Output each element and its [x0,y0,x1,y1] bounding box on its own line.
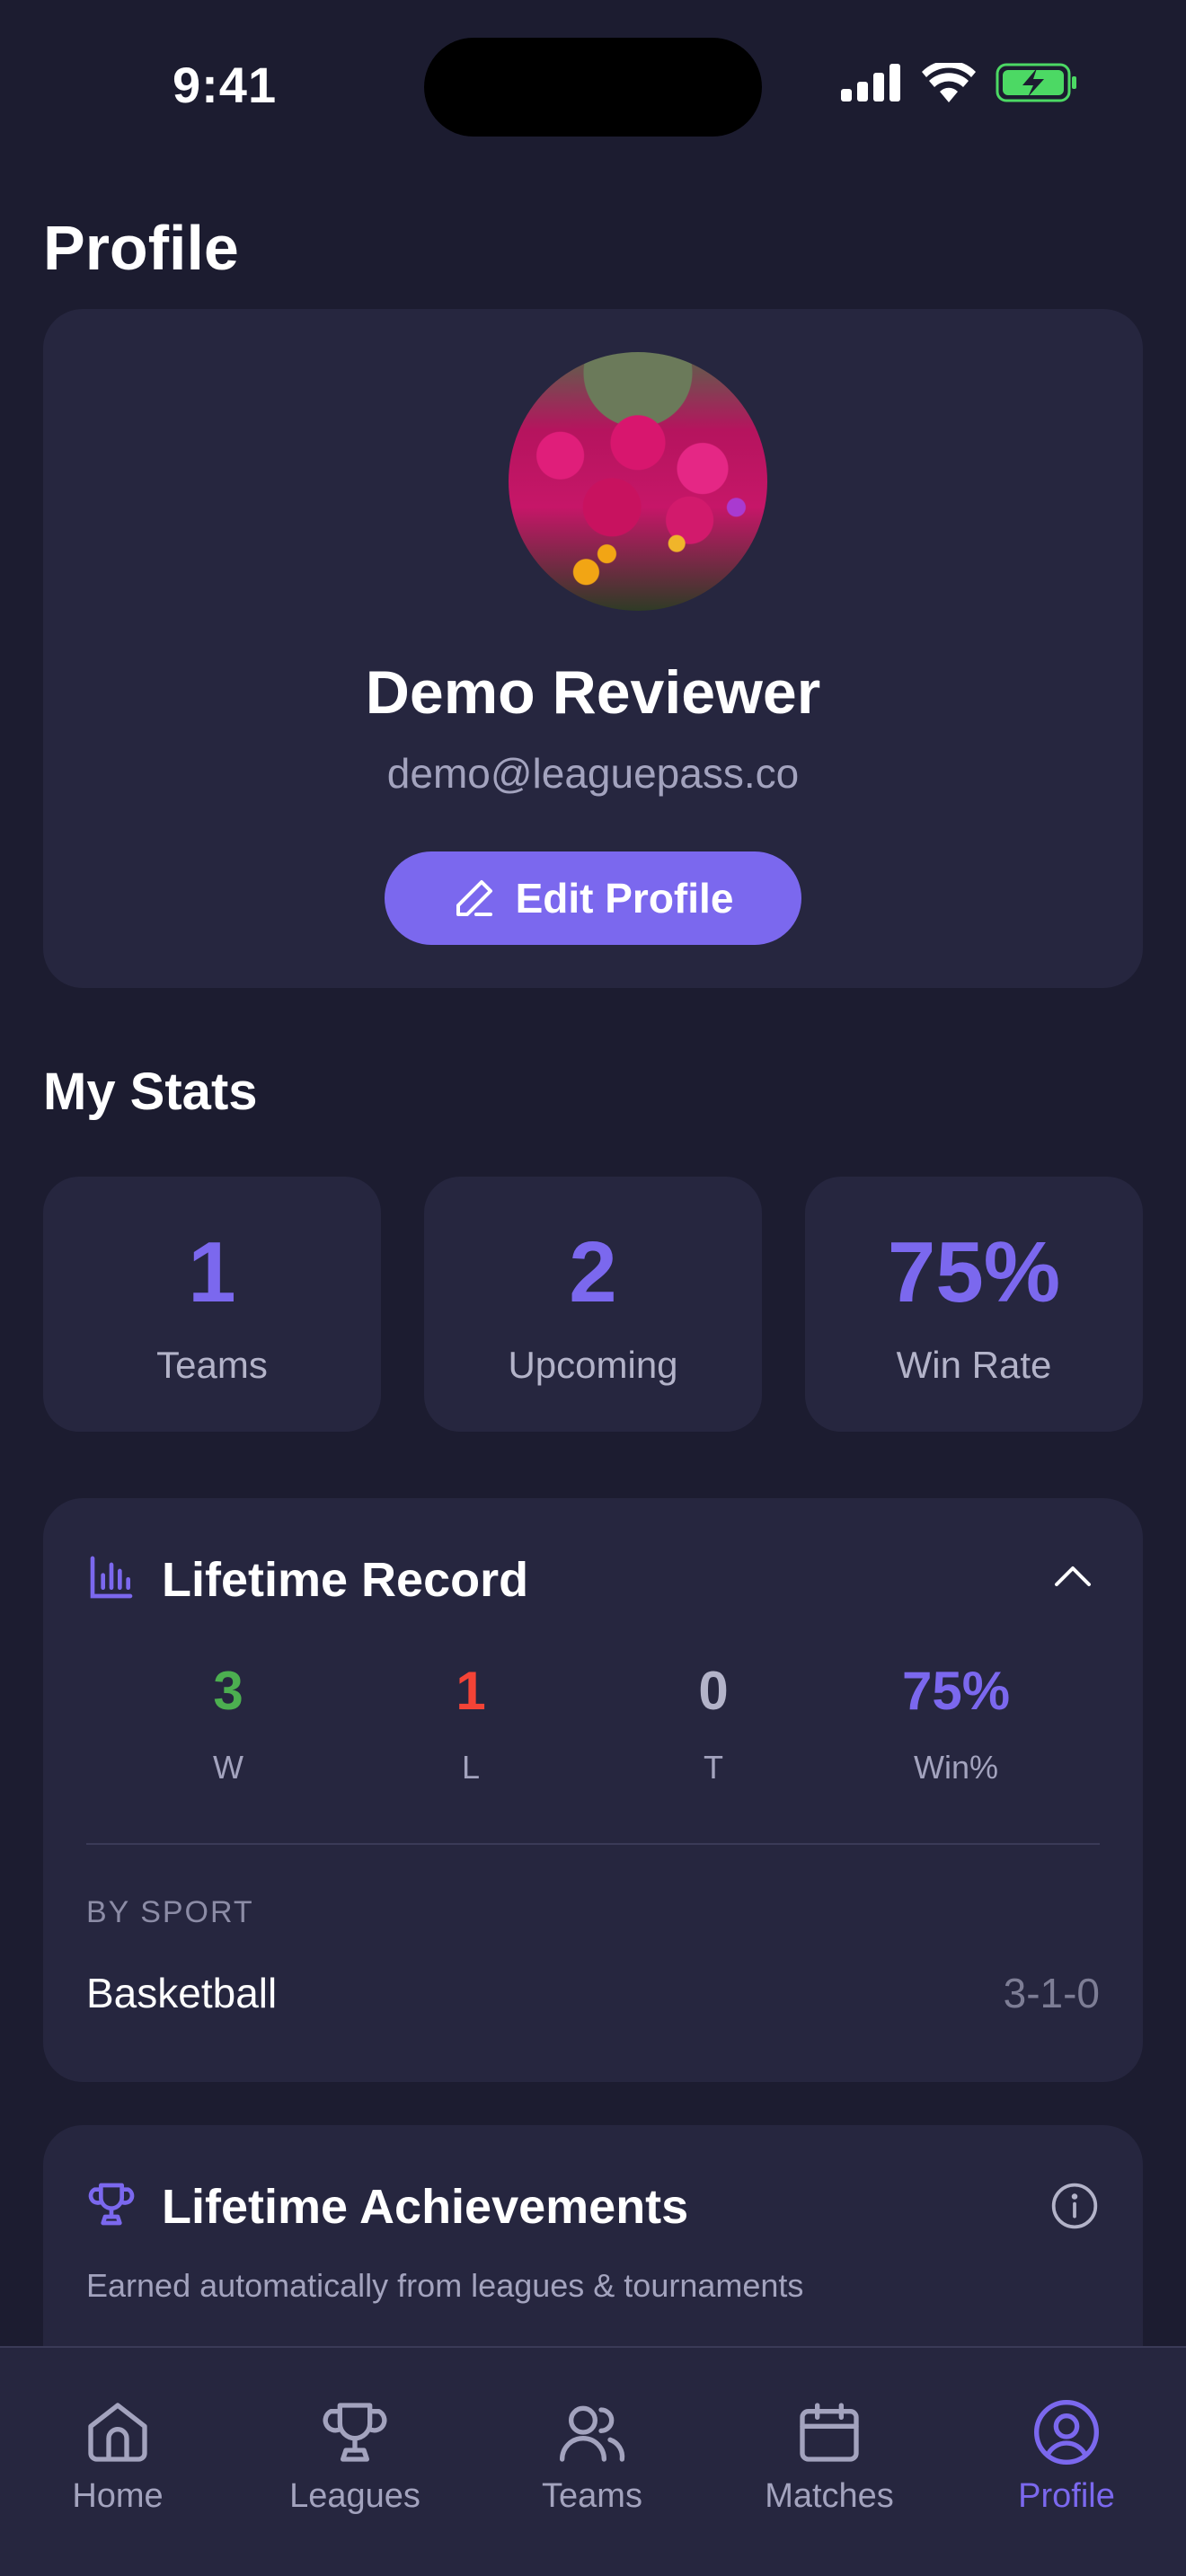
profile-name: Demo Reviewer [365,658,821,727]
record-value: 1 [456,1661,486,1721]
record-win-pct: 75% Win% [866,1660,1046,1786]
tab-teams[interactable]: Teams [493,2396,691,2516]
record-losses: 1 L [381,1660,561,1786]
record-value: 0 [698,1661,729,1721]
tab-label: Home [72,2477,164,2515]
profile-card: Demo Reviewer demo@leaguepass.co Edit Pr… [43,309,1143,988]
users-icon [560,2405,625,2462]
battery-icon [996,63,1076,102]
record-value: 3 [213,1661,243,1721]
stat-card-upcoming[interactable]: 2 Upcoming [424,1177,762,1432]
tab-label: Matches [765,2477,894,2515]
page-title: Profile [43,213,239,283]
stat-label: Upcoming [508,1344,678,1386]
record-label: W [213,1749,243,1786]
by-sport-heading: BY SPORT [86,1895,254,1929]
home-icon [88,2403,147,2462]
record-label: T [704,1749,723,1786]
lifetime-record-card: Lifetime Record 3 W 1 L 0 T 75% Win% BY … [43,1498,1143,2082]
calendar-icon [800,2403,859,2462]
divider [86,1843,1100,1845]
edit-profile-button[interactable]: Edit Profile [385,851,801,945]
record-label: Win% [913,1749,998,1786]
tab-bar: Home Leagues Teams Matches Profile [0,2346,1186,2576]
trophy-icon [323,2403,387,2462]
tab-leagues[interactable]: Leagues [256,2396,454,2516]
stat-value: 1 [188,1224,236,1320]
stat-value: 2 [569,1224,617,1320]
pencil-icon [456,880,492,916]
stat-label: Win Rate [896,1344,1052,1386]
record-wins: 3 W [138,1660,318,1786]
achievements-title: Lifetime Achievements [162,2180,689,2234]
stat-label: Teams [156,1344,268,1386]
sport-name: Basketball [86,1970,278,2016]
dynamic-island [424,38,762,137]
info-icon[interactable] [1049,2181,1100,2231]
my-stats-title: My Stats [43,1063,258,1121]
status-icons [841,63,1078,102]
tab-label: Teams [542,2477,642,2515]
status-bar: 9:41 [0,0,1186,137]
record-label: L [461,1749,481,1786]
record-value: 75% [901,1661,1011,1721]
edit-profile-label: Edit Profile [515,875,734,922]
achievements-subtitle: Earned automatically from leagues & tour… [86,2267,804,2304]
sport-record: 3-1-0 [1003,1970,1100,2016]
tab-matches[interactable]: Matches [730,2396,928,2516]
signal-icon [841,64,900,101]
tab-label: Leagues [289,2477,420,2515]
stat-value: 75% [887,1224,1061,1320]
stat-card-teams[interactable]: 1 Teams [43,1177,381,1432]
lifetime-record-title: Lifetime Record [162,1553,529,1607]
record-ties: 0 T [624,1660,803,1786]
tab-label: Profile [1018,2477,1115,2515]
avatar[interactable] [509,352,767,611]
bar-chart-icon [90,1556,133,1599]
wifi-icon [922,63,976,102]
tab-home[interactable]: Home [19,2396,217,2516]
trophy-icon [88,2183,135,2226]
profile-icon [1034,2400,1099,2465]
status-time: 9:41 [173,57,278,113]
tab-profile[interactable]: Profile [968,2396,1165,2516]
stat-card-win-rate[interactable]: 75% Win Rate [805,1177,1143,1432]
chevron-up-icon[interactable] [1053,1563,1093,1590]
profile-email: demo@leaguepass.co [386,750,800,797]
